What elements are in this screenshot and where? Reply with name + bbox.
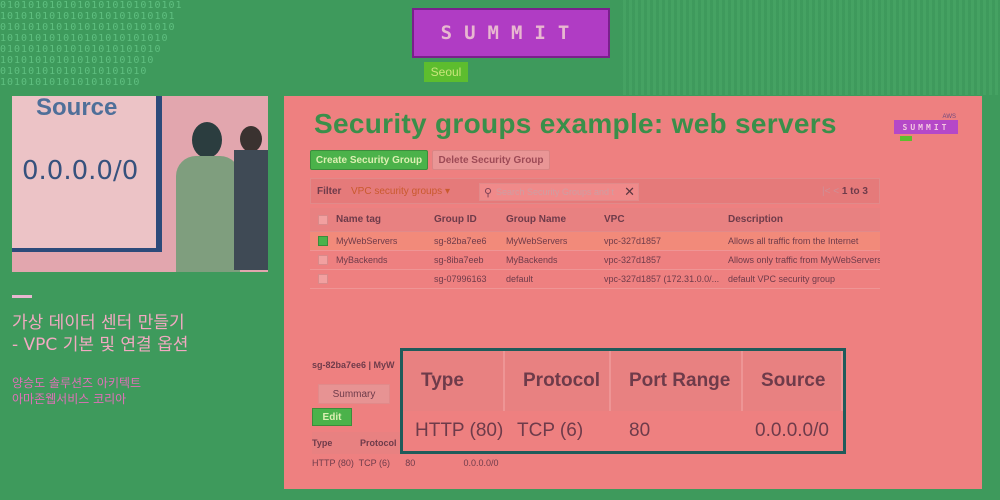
rule-type: HTTP (80) (312, 458, 354, 468)
column-header[interactable]: Group ID (434, 214, 506, 225)
create-security-group-button[interactable]: Create Security Group (310, 150, 428, 170)
city-badge: Seoul (424, 62, 468, 82)
column-header: Port Range (611, 351, 743, 411)
row-group-id: sg-07996163 (434, 274, 487, 284)
rule-source: 0.0.0.0/0 (463, 458, 499, 468)
binary-decoration: 01010101010101010101010101 1010101010101… (0, 0, 183, 88)
rule-type: HTTP (80) (415, 420, 504, 441)
photo-slide-ip: 0.0.0.0/0 (22, 156, 139, 186)
select-all-checkbox[interactable] (318, 214, 328, 225)
pager: |< < 1 to 3 (822, 186, 868, 197)
table-row[interactable]: MyBackends sg-8iba7eeb MyBackends vpc-32… (310, 251, 880, 270)
row-group-name: MyBackends (506, 255, 558, 265)
filter-bar: Filter VPC security groups ▾ ⚲ Search Se… (310, 178, 880, 204)
row-vpc: vpc-327d1857 (604, 236, 662, 246)
search-placeholder: Search Security Groups and t (496, 187, 615, 197)
column-header[interactable]: VPC (604, 214, 728, 225)
row-name-tag: MyWebServers (336, 236, 398, 246)
mini-logo-box: SUMMIT (894, 120, 958, 134)
row-group-id: sg-82ba7ee6 (434, 236, 487, 246)
delete-security-group-button[interactable]: Delete Security Group (432, 150, 550, 170)
speaker-photo: Source 0.0.0.0/0 (12, 96, 268, 272)
row-checkbox[interactable] (318, 236, 328, 246)
column-header: Protocol (505, 351, 611, 411)
rule-source: 0.0.0.0/0 (755, 420, 829, 441)
column-header: Type (312, 438, 333, 448)
row-group-name: MyWebServers (506, 236, 568, 246)
speaker-org: 아마존웹서비스 코리아 (12, 392, 127, 406)
table-row: HTTP (80) TCP (6) 80 0.0.0.0/0 (403, 411, 843, 451)
table-header: Type Protocol Port Range Source (403, 351, 843, 411)
filter-label: Filter (317, 186, 342, 197)
column-header[interactable]: Name tag (336, 214, 434, 225)
row-checkbox[interactable] (318, 255, 328, 265)
column-header: Source (743, 351, 843, 411)
table-header: Name tag Group ID Group Name VPC Descrip… (310, 208, 880, 232)
table-row[interactable]: MyWebServers sg-82ba7ee6 MyWebServers vp… (310, 232, 880, 251)
row-checkbox[interactable] (318, 274, 328, 284)
mini-logo-bar (900, 136, 912, 141)
talk-title-line2: - VPC 기본 및 연결 옵션 (12, 335, 189, 355)
rule-protocol: TCP (6) (517, 420, 584, 441)
row-vpc: vpc-327d1857 (604, 255, 662, 265)
column-header[interactable]: Group Name (506, 214, 604, 225)
rule-port: 80 (629, 420, 651, 441)
slide-title: Security groups example: web servers (314, 108, 837, 139)
inbound-rules-zoom: Type Protocol Port Range Source HTTP (80… (400, 348, 846, 454)
projector-screen: Source 0.0.0.0/0 (12, 96, 162, 252)
photo-slide-word: Source (36, 96, 118, 121)
row-description: Allows all traffic from the Internet (728, 236, 859, 246)
mini-summit-logo: AWS SUMMIT (894, 114, 958, 141)
presenter-figure (170, 116, 240, 272)
row-group-name: default (506, 274, 534, 284)
rule-port: 80 (405, 458, 416, 468)
column-header[interactable]: Description (728, 214, 880, 225)
tab-summary[interactable]: Summary (318, 384, 390, 404)
pager-range: 1 to 3 (841, 186, 868, 197)
speaker-name: 양승도 솔루션즈 아키텍트 (12, 376, 142, 390)
clear-icon[interactable]: ✕ (624, 184, 635, 200)
row-description: Allows only traffic from MyWebServers (728, 255, 880, 265)
prev-page-icon[interactable]: |< < (822, 186, 839, 197)
edit-button[interactable]: Edit (312, 408, 352, 426)
rule-protocol: TCP (6) (358, 458, 390, 468)
table-row: HTTP (80) TCP (6) 80 0.0.0.0/0 (312, 454, 512, 472)
column-header: Type (403, 351, 505, 411)
search-input[interactable]: ⚲ Search Security Groups and t ✕ (479, 183, 639, 201)
row-group-id: sg-8iba7eeb (434, 255, 484, 265)
row-name-tag: MyBackends (336, 255, 388, 265)
selected-group-id: sg-82ba7ee6 | MyW (312, 360, 395, 370)
accent-bar (12, 295, 32, 298)
table-row[interactable]: sg-07996163 default vpc-327d1857 (172.31… (310, 270, 880, 289)
summit-logo-text: SUMMIT (440, 22, 582, 44)
filter-select[interactable]: VPC security groups ▾ (351, 186, 450, 197)
audience-figure (234, 126, 268, 272)
chevron-down-icon: ▾ (444, 186, 450, 197)
stripe-decoration (620, 0, 1000, 95)
filter-select-value: VPC security groups (351, 186, 443, 197)
search-icon: ⚲ (484, 187, 493, 199)
security-groups-table: Name tag Group ID Group Name VPC Descrip… (310, 208, 880, 289)
row-vpc: vpc-327d1857 (172.31.0.0/... (604, 274, 720, 284)
summit-logo: SUMMIT (412, 8, 610, 58)
row-description: default VPC security group (728, 274, 836, 284)
